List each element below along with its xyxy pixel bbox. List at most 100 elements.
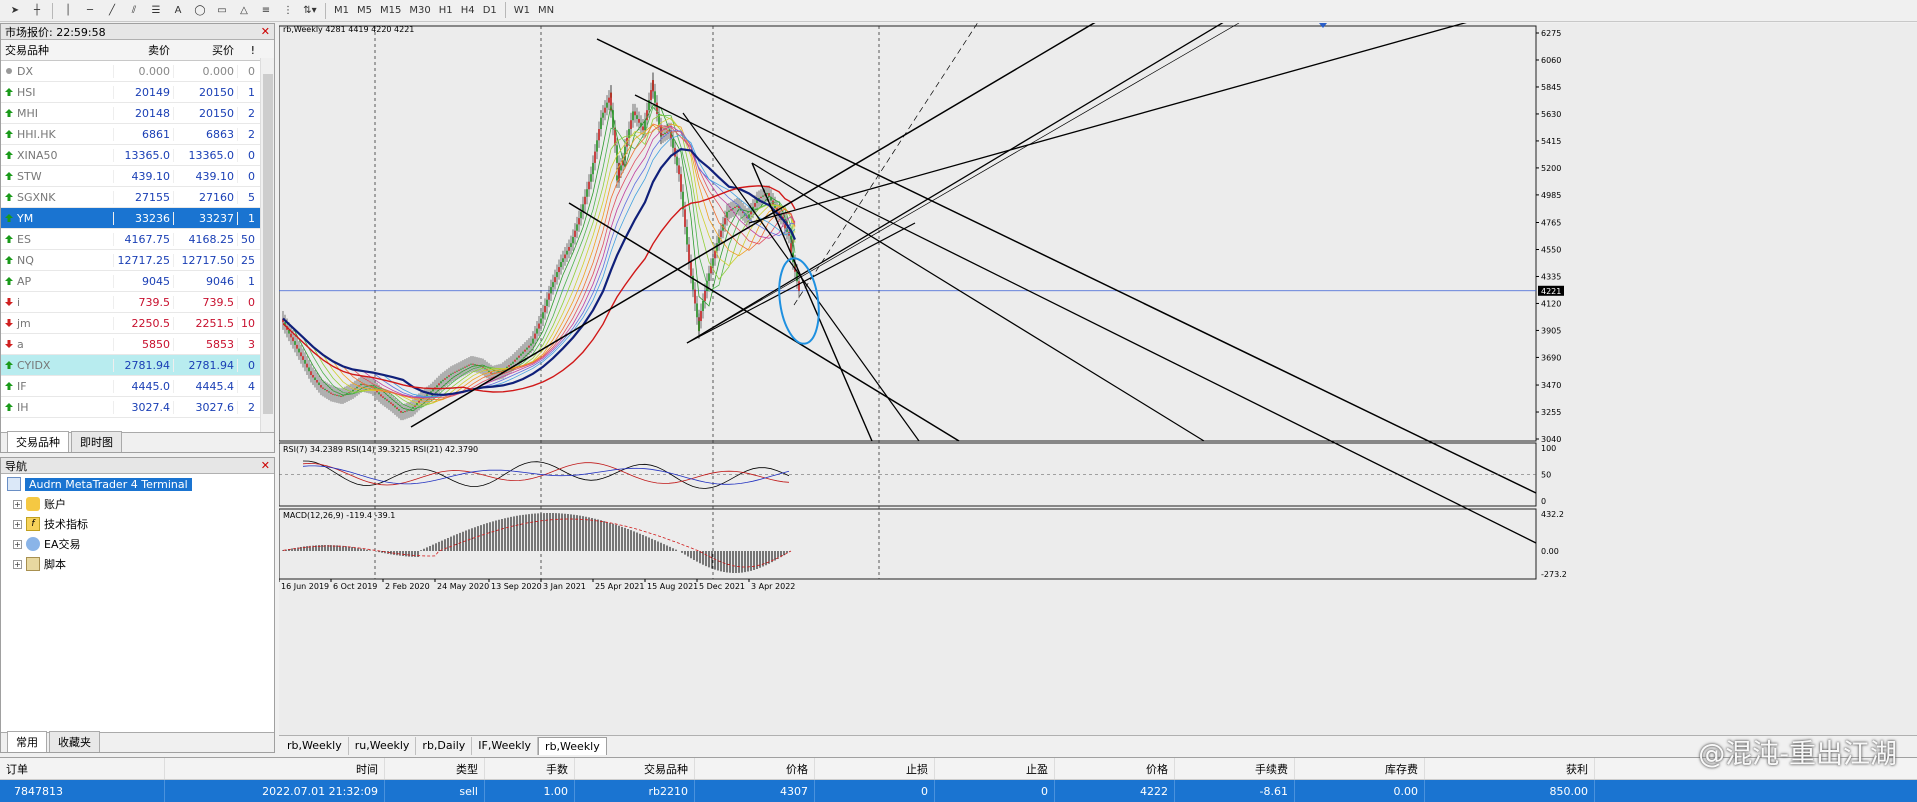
expand-icon[interactable]: +: [13, 499, 22, 509]
terminal-col-header[interactable]: 库存费: [1295, 758, 1425, 779]
tab-if-weekly[interactable]: IF,Weekly: [472, 736, 539, 755]
fib-fan-icon[interactable]: ≡: [255, 2, 277, 20]
terminal-col-header[interactable]: 价格: [1055, 758, 1175, 779]
market-row-hhi-hk[interactable]: HHI.HK 6861 6863 2: [1, 124, 274, 145]
date-axis-label: 3 Jan 2021: [543, 582, 586, 591]
col-ask[interactable]: 买价: [173, 42, 237, 58]
nav-item-accounts[interactable]: + 账户: [1, 494, 274, 514]
market-row-stw[interactable]: STW 439.10 439.10 0: [1, 166, 274, 187]
rectangle-icon[interactable]: ▭: [211, 2, 233, 20]
candle-body: [754, 203, 756, 207]
tab-tick-chart[interactable]: 即时图: [71, 431, 122, 452]
candle-body: [676, 156, 678, 166]
terminal-col-header[interactable]: 手数: [485, 758, 575, 779]
market-row-es[interactable]: ES 4167.75 4168.25 50: [1, 229, 274, 250]
fibonacci-icon[interactable]: ☰: [145, 2, 167, 20]
nav-item-indicators[interactable]: + f 技术指标: [1, 514, 274, 534]
tab-favorites[interactable]: 收藏夹: [49, 731, 100, 752]
tab-rb-weekly-active[interactable]: rb,Weekly: [538, 736, 607, 755]
close-icon[interactable]: ✕: [261, 459, 270, 472]
timeframe-h1-button[interactable]: H1: [435, 2, 457, 20]
symbol-name: AP: [17, 274, 32, 288]
market-row-i[interactable]: i 739.5 739.5 0: [1, 292, 274, 313]
terminal-col-header[interactable]: 价格: [695, 758, 815, 779]
terminal-col-header[interactable]: 订单: [0, 758, 165, 779]
market-row-sgxnk[interactable]: SGXNK 27155 27160 5: [1, 187, 274, 208]
candle-body: [654, 91, 656, 103]
candle-body: [584, 196, 586, 205]
market-watch-scrollbar[interactable]: [260, 58, 274, 450]
market-row-xina50[interactable]: XINA50 13365.0 13365.0 0: [1, 145, 274, 166]
chart-window[interactable]: 6275 6060 5845 5630 5415 5200 4985 4765 4550 4335…: [278, 2, 1917, 735]
market-row-if[interactable]: IF 4445.0 4445.4 4: [1, 376, 274, 397]
market-row-cyidx[interactable]: CYIDX 2781.94 2781.94 0: [1, 355, 274, 376]
timeframe-d1-button[interactable]: D1: [479, 2, 501, 20]
market-row-jm[interactable]: jm 2250.5 2251.5 10: [1, 313, 274, 334]
order-cell: 1.00: [485, 780, 575, 802]
order-row[interactable]: 7847813 2022.07.01 21:32:09 sell 1.00 rb2210…: [0, 780, 1917, 802]
up-arrow-icon: [5, 401, 13, 414]
tab-rb-weekly[interactable]: rb,Weekly: [281, 736, 349, 755]
up-arrow-icon: [5, 86, 13, 99]
candle-body: [732, 208, 734, 210]
terminal-col-header[interactable]: 手续费: [1175, 758, 1295, 779]
vertical-line-icon[interactable]: │: [57, 2, 79, 20]
navigator-root[interactable]: Audrn MetaTrader 4 Terminal: [1, 474, 274, 494]
crosshair-icon[interactable]: ┼: [26, 2, 48, 20]
terminal-col-header[interactable]: 时间: [165, 758, 385, 779]
market-row-nq[interactable]: NQ 12717.25 12717.50 25: [1, 250, 274, 271]
candle-body: [300, 352, 302, 357]
candle-body: [636, 115, 638, 119]
text-icon[interactable]: A: [167, 2, 189, 20]
timeframe-m5-button[interactable]: M5: [353, 2, 376, 20]
timeframe-m30-button[interactable]: M30: [405, 2, 434, 20]
candle-body: [356, 386, 358, 389]
nav-item-scripts[interactable]: + 脚本: [1, 554, 274, 574]
expand-icon[interactable]: +: [13, 539, 22, 549]
tab-symbols[interactable]: 交易品种: [7, 431, 69, 452]
price-chart[interactable]: 6275 6060 5845 5630 5415 5200 4985 4765 4550 4335…: [278, 2, 1917, 735]
cursor-icon[interactable]: ➤: [4, 2, 26, 20]
tab-ru-weekly[interactable]: ru,Weekly: [349, 736, 417, 755]
terminal-col-header[interactable]: 止损: [815, 758, 935, 779]
terminal-col-header[interactable]: 获利: [1425, 758, 1595, 779]
expand-icon[interactable]: +: [13, 559, 22, 569]
fib-arcs-icon[interactable]: ⋮: [277, 2, 299, 20]
market-row-a[interactable]: a 5850 5853 3: [1, 334, 274, 355]
market-row-ih[interactable]: IH 3027.4 3027.6 2: [1, 397, 274, 418]
market-row-ym[interactable]: YM 33236 33237 1: [1, 208, 274, 229]
ellipse-icon[interactable]: ◯: [189, 2, 211, 20]
timeframe-m1-button[interactable]: M1: [330, 2, 353, 20]
channel-icon[interactable]: ⫽: [123, 2, 145, 20]
candle-body: [416, 402, 418, 405]
bid-price: 4445.0: [113, 379, 173, 393]
timeframe-h4-button[interactable]: H4: [457, 2, 479, 20]
timeframe-mn-button[interactable]: MN: [534, 2, 558, 20]
horizontal-line-icon[interactable]: ─: [79, 2, 101, 20]
triangle-icon[interactable]: △: [233, 2, 255, 20]
terminal-col-header[interactable]: 交易品种: [575, 758, 695, 779]
spread-count: 4: [237, 379, 259, 393]
col-mark[interactable]: !: [237, 44, 259, 57]
col-bid[interactable]: 卖价: [113, 42, 173, 58]
nav-item-expert-advisors[interactable]: + EA交易: [1, 534, 274, 554]
tab-common[interactable]: 常用: [7, 731, 47, 752]
terminal-col-header[interactable]: 止盈: [935, 758, 1055, 779]
arrows-icon[interactable]: ⇅▾: [299, 2, 321, 20]
candle-body: [304, 359, 306, 364]
expand-icon[interactable]: +: [13, 519, 22, 529]
market-row-mhi[interactable]: MHI 20148 20150 2: [1, 103, 274, 124]
market-row-ap[interactable]: AP 9045 9046 1: [1, 271, 274, 292]
col-symbol[interactable]: 交易品种: [1, 42, 113, 58]
chart-tab-bar: rb,Weekly ru,Weekly rb,Daily IF,Weekly r…: [279, 735, 1917, 755]
close-icon[interactable]: ✕: [261, 25, 270, 38]
market-row-dx[interactable]: DX 0.000 0.000 0: [1, 61, 274, 82]
timeframe-w1-button[interactable]: W1: [510, 2, 534, 20]
tab-rb-daily[interactable]: rb,Daily: [416, 736, 473, 755]
price-axis-label: 4550: [1541, 245, 1561, 254]
timeframe-m15-button[interactable]: M15: [376, 2, 405, 20]
trendline-icon[interactable]: ╱: [101, 2, 123, 20]
terminal-col-header[interactable]: 类型: [385, 758, 485, 779]
bid-price: 13365.0: [113, 148, 173, 162]
market-row-hsi[interactable]: HSI 20149 20150 1: [1, 82, 274, 103]
